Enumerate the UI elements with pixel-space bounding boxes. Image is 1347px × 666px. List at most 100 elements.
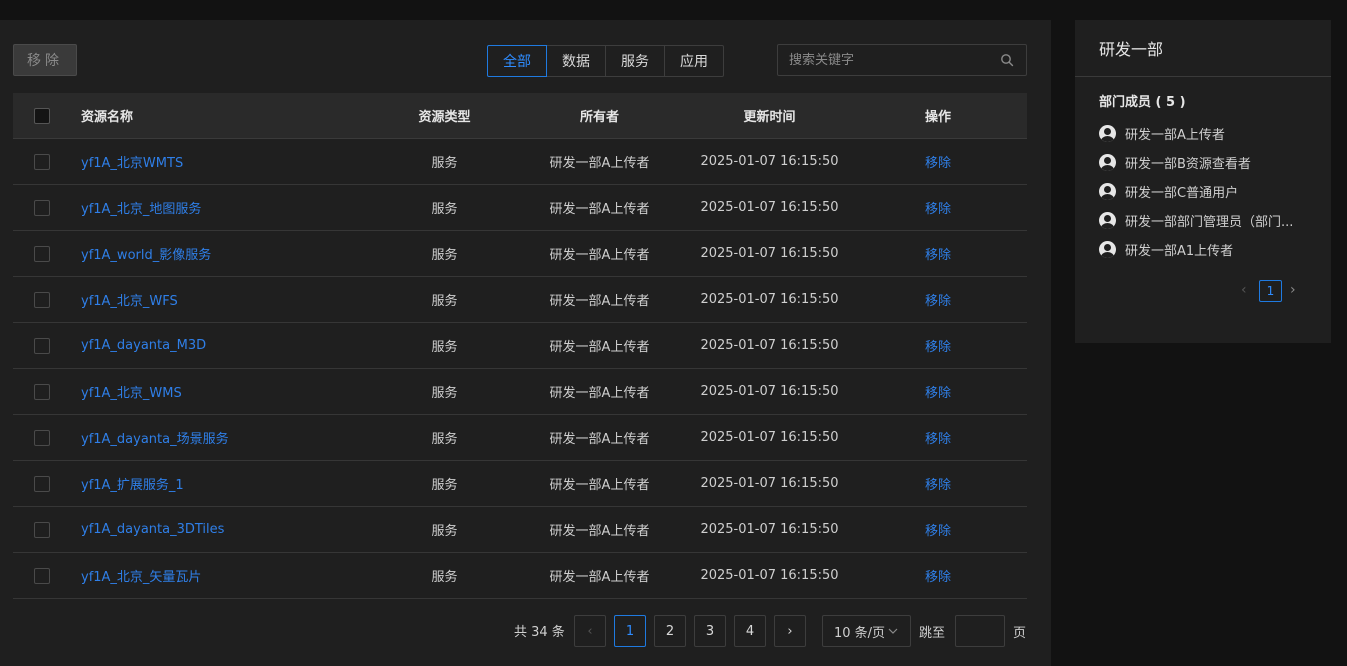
- jump-label: 跳至: [919, 626, 946, 641]
- row-checkbox[interactable]: [34, 521, 50, 538]
- resource-type: 服务: [431, 386, 458, 401]
- resource-name-link[interactable]: yf1A_北京_WFS: [71, 290, 371, 309]
- header-time: 更新时间: [743, 110, 796, 125]
- user-avatar-icon: [1099, 241, 1116, 258]
- resource-name-link[interactable]: yf1A_dayanta_场景服务: [71, 428, 371, 447]
- page-size-select[interactable]: 10 条/页: [822, 615, 911, 647]
- resource-type: 服务: [431, 340, 458, 355]
- table-row: yf1A_北京WMTS 服务 研发一部A上传者 2025-01-07 16:15…: [13, 139, 1027, 185]
- row-remove-link[interactable]: 移除: [858, 290, 1018, 309]
- members-page-1[interactable]: 1: [1259, 280, 1282, 302]
- search-icon[interactable]: [1000, 53, 1014, 67]
- resource-type: 服务: [431, 156, 458, 171]
- table-row: yf1A_world_影像服务 服务 研发一部A上传者 2025-01-07 1…: [13, 231, 1027, 277]
- search-input[interactable]: [778, 45, 1000, 75]
- department-panel: 研发一部 部门成员 ( 5 ) 研发一部A上传者 研发一部B资源查看者 研发一部…: [1075, 20, 1331, 343]
- jump-page-input[interactable]: [955, 615, 1005, 647]
- member-name: 研发一部B资源查看者: [1125, 157, 1251, 172]
- resource-name-link[interactable]: yf1A_dayanta_3DTiles: [71, 522, 371, 537]
- resource-name-link[interactable]: yf1A_北京_地图服务: [71, 198, 371, 217]
- resource-time: 2025-01-07 16:15:50: [700, 292, 839, 307]
- resource-time: 2025-01-07 16:15:50: [700, 246, 839, 261]
- member-item[interactable]: 研发一部C普通用户: [1075, 177, 1331, 206]
- table-row: yf1A_dayanta_3DTiles 服务 研发一部A上传者 2025-01…: [13, 507, 1027, 553]
- select-all-checkbox[interactable]: [34, 107, 50, 124]
- search-box: [777, 44, 1027, 76]
- page-size-value: 10 条/页: [834, 625, 886, 641]
- table-row: yf1A_dayanta_场景服务 服务 研发一部A上传者 2025-01-07…: [13, 415, 1027, 461]
- row-remove-link[interactable]: 移除: [858, 520, 1018, 539]
- resource-name-link[interactable]: yf1A_北京_矢量瓦片: [71, 566, 371, 585]
- member-name: 研发一部A上传者: [1125, 128, 1225, 143]
- members-next-button[interactable]: ›: [1290, 282, 1296, 298]
- tab-app[interactable]: 应用: [664, 45, 724, 77]
- row-checkbox[interactable]: [34, 153, 50, 170]
- header-name: 资源名称: [81, 110, 134, 125]
- row-checkbox[interactable]: [34, 337, 50, 354]
- next-page-button[interactable]: ›: [774, 615, 806, 647]
- user-avatar-icon: [1099, 183, 1116, 200]
- row-checkbox[interactable]: [34, 245, 50, 262]
- resource-time: 2025-01-07 16:15:50: [700, 338, 839, 353]
- resource-owner: 研发一部A上传者: [549, 570, 650, 585]
- resource-type-tabs: 全部 数据 服务 应用: [487, 45, 724, 77]
- table-header: 资源名称 资源类型 所有者 更新时间 操作: [13, 93, 1027, 139]
- user-avatar-icon: [1099, 125, 1116, 142]
- members-prev-button[interactable]: ‹: [1241, 282, 1247, 298]
- row-remove-link[interactable]: 移除: [858, 152, 1018, 171]
- tab-service[interactable]: 服务: [605, 45, 665, 77]
- tab-all[interactable]: 全部: [487, 45, 547, 77]
- row-remove-link[interactable]: 移除: [858, 198, 1018, 217]
- prev-page-button[interactable]: ‹: [574, 615, 606, 647]
- resource-owner: 研发一部A上传者: [549, 478, 650, 493]
- user-avatar-icon: [1099, 154, 1116, 171]
- page-4-button[interactable]: 4: [734, 615, 766, 647]
- pagination: 共 34 条 ‹ 1 2 3 4 › 10 条/页 跳至 页: [0, 614, 1027, 647]
- row-remove-link[interactable]: 移除: [858, 244, 1018, 263]
- resource-owner: 研发一部A上传者: [549, 248, 650, 263]
- resource-name-link[interactable]: yf1A_world_影像服务: [71, 244, 371, 263]
- tab-data[interactable]: 数据: [546, 45, 606, 77]
- member-item[interactable]: 研发一部部门管理员（部门...: [1075, 206, 1331, 235]
- resource-owner: 研发一部A上传者: [549, 294, 650, 309]
- page-3-button[interactable]: 3: [694, 615, 726, 647]
- page-2-button[interactable]: 2: [654, 615, 686, 647]
- row-checkbox[interactable]: [34, 475, 50, 492]
- resource-name-link[interactable]: yf1A_北京WMTS: [71, 152, 371, 171]
- member-item[interactable]: 研发一部A1上传者: [1075, 235, 1331, 264]
- row-remove-link[interactable]: 移除: [858, 474, 1018, 493]
- header-type: 资源类型: [418, 110, 471, 125]
- row-checkbox[interactable]: [34, 383, 50, 400]
- table-row: yf1A_北京_地图服务 服务 研发一部A上传者 2025-01-07 16:1…: [13, 185, 1027, 231]
- remove-button[interactable]: 移除: [13, 44, 77, 76]
- members-title: 部门成员 ( 5 ): [1099, 95, 1186, 110]
- row-checkbox[interactable]: [34, 429, 50, 446]
- department-title: 研发一部: [1075, 20, 1331, 77]
- row-remove-link[interactable]: 移除: [858, 428, 1018, 447]
- row-checkbox[interactable]: [34, 567, 50, 584]
- resource-owner: 研发一部A上传者: [549, 432, 650, 447]
- row-remove-link[interactable]: 移除: [858, 566, 1018, 585]
- resource-owner: 研发一部A上传者: [549, 156, 650, 171]
- row-remove-link[interactable]: 移除: [858, 336, 1018, 355]
- member-name: 研发一部A1上传者: [1125, 244, 1234, 259]
- member-item[interactable]: 研发一部A上传者: [1075, 119, 1331, 148]
- resource-name-link[interactable]: yf1A_北京_WMS: [71, 382, 371, 401]
- resource-time: 2025-01-07 16:15:50: [700, 430, 839, 445]
- resource-owner: 研发一部A上传者: [549, 340, 650, 355]
- row-checkbox[interactable]: [34, 199, 50, 216]
- table-row: yf1A_北京_WMS 服务 研发一部A上传者 2025-01-07 16:15…: [13, 369, 1027, 415]
- resource-time: 2025-01-07 16:15:50: [700, 384, 839, 399]
- page-1-button[interactable]: 1: [614, 615, 646, 647]
- resource-name-link[interactable]: yf1A_dayanta_M3D: [71, 338, 371, 353]
- table-row: yf1A_北京_矢量瓦片 服务 研发一部A上传者 2025-01-07 16:1…: [13, 553, 1027, 599]
- resource-name-link[interactable]: yf1A_扩展服务_1: [71, 474, 371, 493]
- resource-time: 2025-01-07 16:15:50: [700, 200, 839, 215]
- member-name: 研发一部C普通用户: [1125, 186, 1239, 201]
- member-item[interactable]: 研发一部B资源查看者: [1075, 148, 1331, 177]
- resource-table: 资源名称 资源类型 所有者 更新时间 操作 yf1A_北京WMTS 服务 研发一…: [13, 93, 1027, 599]
- chevron-down-icon: [888, 626, 898, 639]
- member-name: 研发一部部门管理员（部门...: [1125, 215, 1294, 230]
- row-remove-link[interactable]: 移除: [858, 382, 1018, 401]
- row-checkbox[interactable]: [34, 291, 50, 308]
